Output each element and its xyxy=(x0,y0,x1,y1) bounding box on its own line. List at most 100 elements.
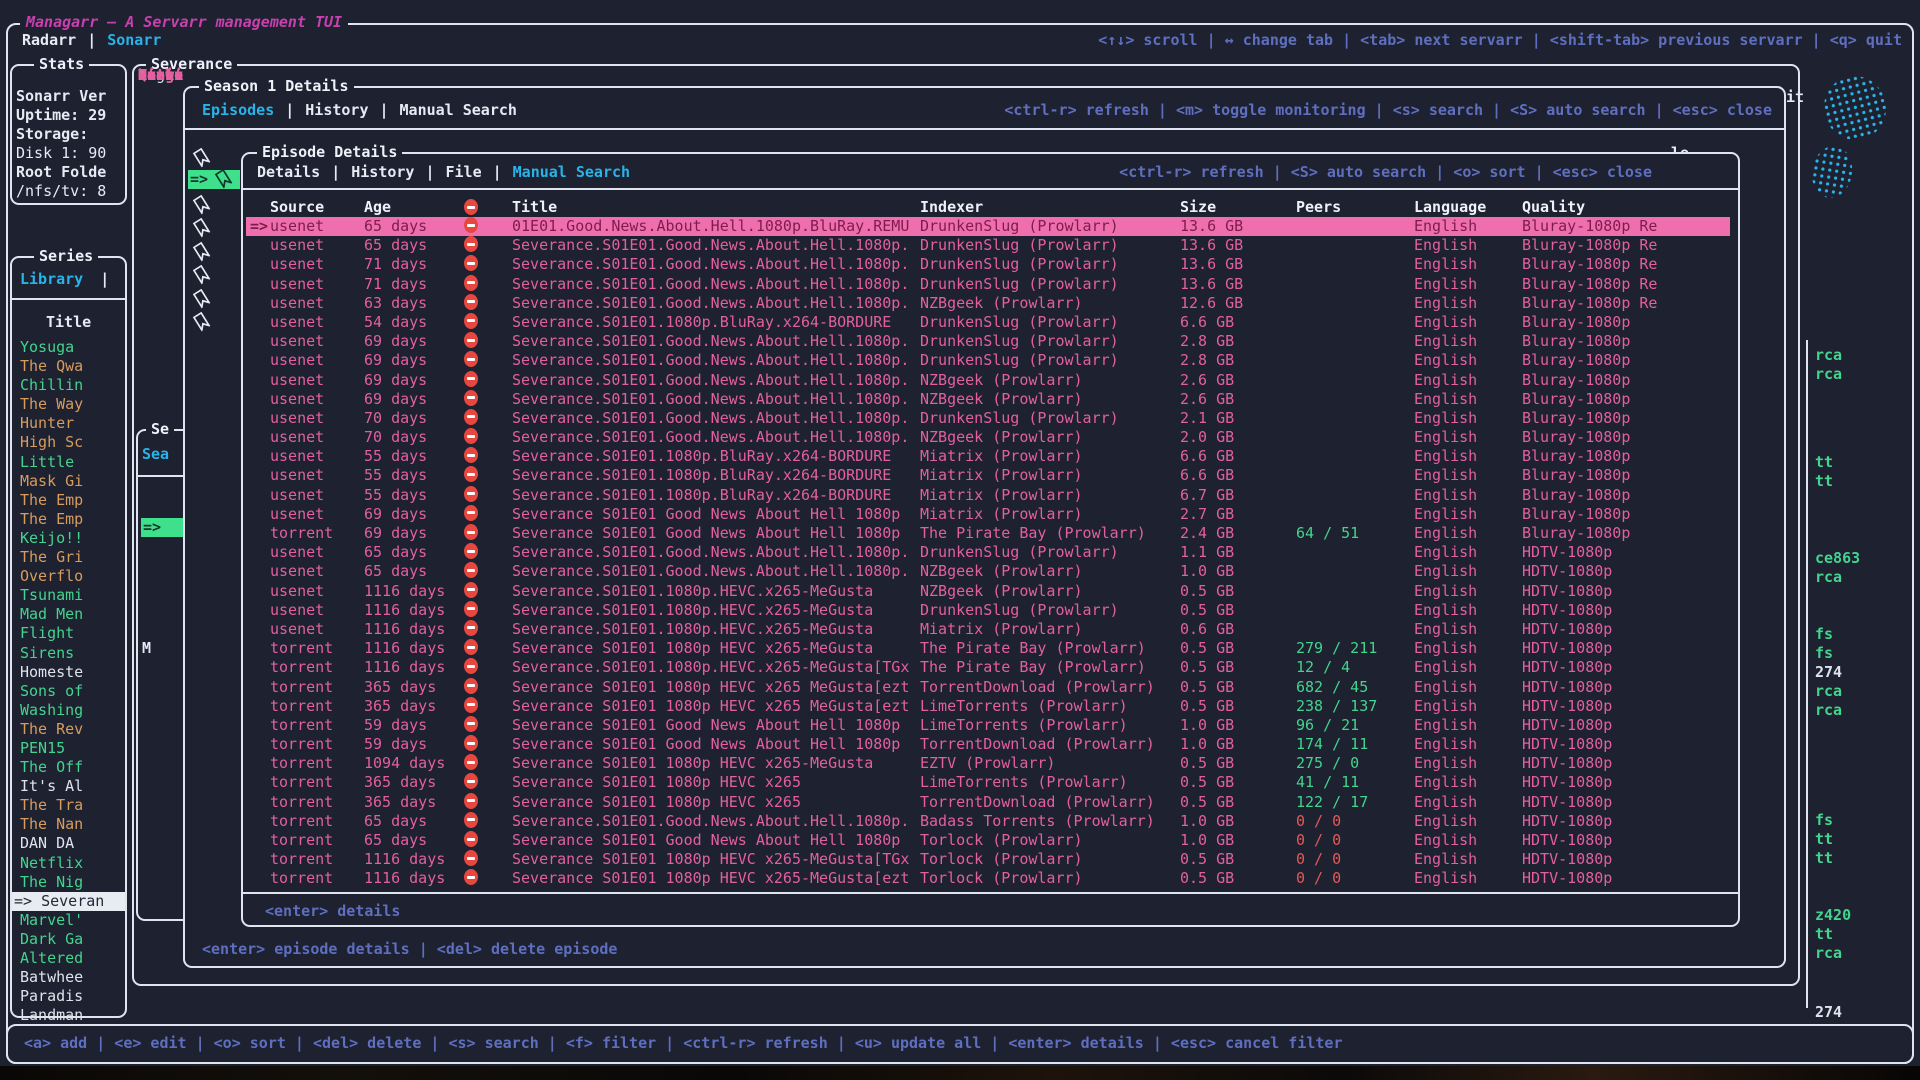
episode-tab[interactable]: Manual Search xyxy=(482,163,630,181)
cell-title: Severance.S01E01.Good.News.About.Hell.10… xyxy=(512,812,909,831)
season-tab[interactable]: Episodes xyxy=(202,101,274,119)
search-result-row[interactable]: usenet 55 days Severance.S01E01.1080p.Bl… xyxy=(0,466,1920,485)
cell-title: Severance.S01E01.1080p.HEVC.x265-MeGusta xyxy=(512,601,873,620)
search-result-row[interactable]: torrent 1116 days Severance S01E01 1080p… xyxy=(0,639,1920,658)
search-result-row[interactable]: torrent 65 days Severance S01E01 Good Ne… xyxy=(0,831,1920,850)
series-list-item[interactable]: Batwhee xyxy=(12,968,125,987)
search-result-row[interactable]: usenet 65 days Severance.S01E01.Good.New… xyxy=(0,543,1920,562)
cell-size: 2.7 GB xyxy=(1180,505,1234,524)
season-tab[interactable]: Manual Search xyxy=(369,101,517,119)
search-result-row[interactable]: torrent 59 days Severance S01E01 Good Ne… xyxy=(0,735,1920,754)
desktop-wallpaper-strip xyxy=(0,1066,1920,1080)
series-list-item[interactable]: Paradis xyxy=(12,987,125,1006)
col-quality[interactable]: Quality xyxy=(1522,198,1585,217)
search-result-row[interactable]: torrent 1094 days Severance S01E01 1080p… xyxy=(0,754,1920,773)
cell-title: Severance S01E01 Good News About Hell 10… xyxy=(512,716,900,735)
search-result-row[interactable]: torrent 365 days Severance S01E01 1080p … xyxy=(0,678,1920,697)
search-result-row[interactable]: torrent 365 days Severance S01E01 1080p … xyxy=(0,793,1920,812)
series-list-item[interactable]: => Severan xyxy=(12,892,125,911)
cell-indexer: DrunkenSlug (Prowlarr) xyxy=(920,601,1119,620)
search-result-row[interactable]: torrent 365 days Severance S01E01 1080p … xyxy=(0,773,1920,792)
search-result-row[interactable]: usenet 69 days Severance.S01E01.Good.New… xyxy=(0,332,1920,351)
episode-tab[interactable]: History xyxy=(320,163,414,181)
search-result-row[interactable]: usenet 55 days Severance.S01E01.1080p.Bl… xyxy=(0,447,1920,466)
search-result-row[interactable]: usenet 65 days Severance.S01E01.Good.New… xyxy=(0,236,1920,255)
search-result-row[interactable]: torrent 1116 days Severance S01E01 1080p… xyxy=(0,850,1920,869)
search-result-row[interactable]: torrent 1116 days Severance.S01E01.1080p… xyxy=(0,658,1920,677)
cell-source: usenet xyxy=(270,601,324,620)
cell-language: English xyxy=(1414,390,1477,409)
rejected-icon xyxy=(464,601,478,617)
search-result-row[interactable]: usenet 71 days Severance.S01E01.Good.New… xyxy=(0,275,1920,294)
cell-peers: 0 / 0 xyxy=(1296,812,1341,831)
search-result-row[interactable]: usenet 70 days Severance.S01E01.Good.New… xyxy=(0,409,1920,428)
search-result-row[interactable]: usenet 55 days Severance.S01E01.1080p.Bl… xyxy=(0,486,1920,505)
col-peers[interactable]: Peers xyxy=(1296,198,1341,217)
cell-age: 65 days xyxy=(364,812,427,831)
series-list-item[interactable]: Altered xyxy=(12,949,125,968)
cell-language: English xyxy=(1414,850,1477,869)
servarr-tab[interactable]: Sonarr xyxy=(76,31,161,49)
episode-tab[interactable]: Details xyxy=(257,163,320,181)
col-source[interactable]: Source xyxy=(270,198,324,217)
cell-quality: HDTV-1080p xyxy=(1522,582,1612,601)
rejected-icon xyxy=(464,409,478,425)
cell-source: usenet xyxy=(270,275,324,294)
cell-source: torrent xyxy=(270,754,333,773)
search-result-row[interactable]: torrent 59 days Severance S01E01 Good Ne… xyxy=(0,716,1920,735)
cell-quality: Bluray-1080p xyxy=(1522,505,1630,524)
episode-tab[interactable]: File xyxy=(414,163,481,181)
cell-quality: Bluray-1080p xyxy=(1522,390,1630,409)
search-result-row[interactable]: usenet 54 days Severance.S01E01.1080p.Bl… xyxy=(0,313,1920,332)
monitored-bookmark-icon[interactable] xyxy=(195,149,211,168)
search-result-row[interactable]: usenet 69 days Severance.S01E01.Good.New… xyxy=(0,390,1920,409)
cell-age: 69 days xyxy=(364,351,427,370)
search-result-row[interactable]: usenet 69 days Severance S01E01 Good New… xyxy=(0,505,1920,524)
search-result-row[interactable]: usenet 63 days Severance.S01E01.Good.New… xyxy=(0,294,1920,313)
rejected-icon xyxy=(464,466,478,482)
search-result-row[interactable]: usenet 1116 days Severance.S01E01.1080p.… xyxy=(0,620,1920,639)
cell-quality: Bluray-1080p xyxy=(1522,428,1630,447)
col-indexer[interactable]: Indexer xyxy=(920,198,983,217)
cell-language: English xyxy=(1414,409,1477,428)
cell-language: English xyxy=(1414,773,1477,792)
episodes-selected-row-fragment[interactable]: => xyxy=(188,170,240,189)
season-tab[interactable]: History xyxy=(274,101,368,119)
search-result-row[interactable]: usenet 69 days Severance.S01E01.Good.New… xyxy=(0,371,1920,390)
search-result-row[interactable]: torrent 69 days Severance S01E01 Good Ne… xyxy=(0,524,1920,543)
cell-language: English xyxy=(1414,793,1477,812)
search-result-row[interactable]: usenet 71 days Severance.S01E01.Good.New… xyxy=(0,255,1920,274)
series-list-item[interactable]: Dark Ga xyxy=(12,930,125,949)
cell-indexer: Torlock (Prowlarr) xyxy=(920,869,1083,888)
cell-title: Severance.S01E01.Good.News.About.Hell.10… xyxy=(512,543,909,562)
search-result-row[interactable]: usenet 65 days Severance.S01E01.Good.New… xyxy=(0,562,1920,581)
col-size[interactable]: Size xyxy=(1180,198,1216,217)
cell-title: Severance S01E01 1080p HEVC x265 MeGusta… xyxy=(512,697,909,716)
search-result-row[interactable]: torrent 65 days Severance.S01E01.Good.Ne… xyxy=(0,812,1920,831)
cell-size: 2.6 GB xyxy=(1180,371,1234,390)
servarr-tab[interactable]: Radarr xyxy=(22,31,76,49)
cell-title: 01E01.Good.News.About.Hell.1080p.BluRay.… xyxy=(512,217,909,236)
cell-age: 365 days xyxy=(364,793,436,812)
cell-indexer: Miatrix (Prowlarr) xyxy=(920,466,1083,485)
col-title[interactable]: Title xyxy=(512,198,557,217)
cell-size: 13.6 GB xyxy=(1180,255,1243,274)
search-result-row[interactable]: usenet 70 days Severance.S01E01.Good.New… xyxy=(0,428,1920,447)
cell-quality: HDTV-1080p xyxy=(1522,831,1612,850)
cell-language: English xyxy=(1414,466,1477,485)
cell-age: 71 days xyxy=(364,255,427,274)
search-result-row[interactable]: usenet 1116 days Severance.S01E01.1080p.… xyxy=(0,582,1920,601)
search-result-row[interactable]: usenet 1116 days Severance.S01E01.1080p.… xyxy=(0,601,1920,620)
cell-peers: 122 / 17 xyxy=(1296,793,1368,812)
col-age[interactable]: Age xyxy=(364,198,391,217)
search-result-row[interactable]: => usenet 65 days 01E01.Good.News.About.… xyxy=(0,217,1920,236)
series-list-item[interactable]: Marvel' xyxy=(12,911,125,930)
col-language[interactable]: Language xyxy=(1414,198,1486,217)
cell-age: 59 days xyxy=(364,735,427,754)
cell-quality: HDTV-1080p xyxy=(1522,601,1612,620)
search-result-row[interactable]: torrent 365 days Severance S01E01 1080p … xyxy=(0,697,1920,716)
search-result-row[interactable]: usenet 69 days Severance.S01E01.Good.New… xyxy=(0,351,1920,370)
search-result-row[interactable]: torrent 1116 days Severance S01E01 1080p… xyxy=(0,869,1920,888)
series-list-item[interactable]: Landman xyxy=(12,1006,125,1025)
cursor-arrow: => xyxy=(250,217,268,236)
